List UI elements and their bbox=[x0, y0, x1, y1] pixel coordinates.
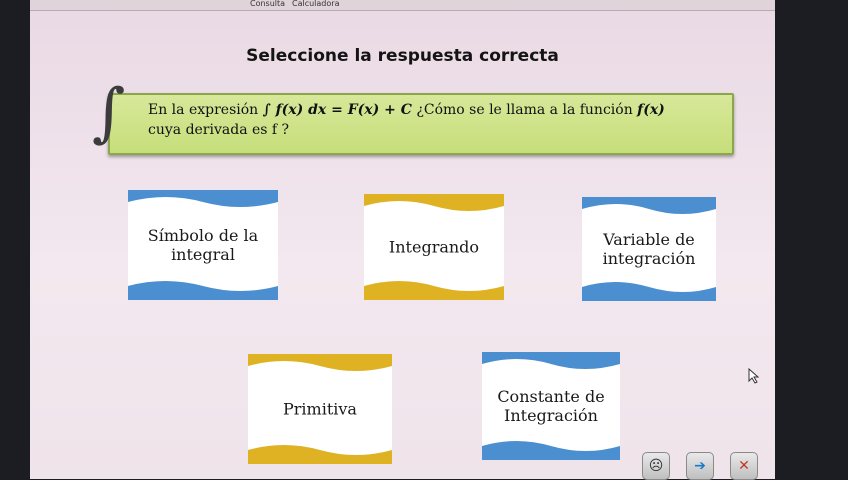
question-line-1: En la expresión ∫ f(x) dx = F(x) + C ¿Có… bbox=[148, 102, 665, 118]
option-constante-integracion[interactable]: Constante de Integración bbox=[482, 352, 620, 460]
option-label: Símbolo de la integral bbox=[147, 226, 259, 264]
option-label: Variable de integración bbox=[602, 230, 696, 268]
function-name: f(x) bbox=[637, 102, 665, 118]
page-title: Seleccione la respuesta correcta bbox=[246, 46, 559, 66]
option-integrando[interactable]: Integrando bbox=[364, 194, 504, 300]
close-x-icon[interactable]: ✕ bbox=[730, 452, 758, 480]
question-suffix: ¿Cómo se le llama a la función bbox=[416, 102, 633, 118]
option-label: Integrando bbox=[388, 237, 480, 257]
quiz-screen: Consulta Calculadora Seleccione la respu… bbox=[30, 0, 775, 480]
option-label: Primitiva bbox=[283, 399, 357, 419]
mouse-cursor-icon bbox=[748, 368, 760, 384]
question-box: ∫ En la expresión ∫ f(x) dx = F(x) + C ¿… bbox=[92, 81, 734, 155]
option-label: Constante de Integración bbox=[497, 387, 605, 425]
option-variable-integracion[interactable]: Variable de integración bbox=[582, 197, 716, 301]
option-primitiva[interactable]: Primitiva bbox=[248, 354, 392, 464]
menu-consulta[interactable]: Consulta bbox=[250, 0, 285, 8]
question-prefix: En la expresión bbox=[148, 102, 259, 118]
question-formula: ∫ f(x) dx = F(x) + C bbox=[262, 102, 412, 118]
sad-face-icon[interactable]: ☹ bbox=[642, 452, 670, 480]
option-simbolo-integral[interactable]: Símbolo de la integral bbox=[128, 190, 278, 300]
integral-icon: ∫ bbox=[92, 76, 126, 150]
question-line-2: cuya derivada es f ? bbox=[148, 122, 290, 138]
menu-calculadora[interactable]: Calculadora bbox=[292, 0, 339, 8]
next-arrow-icon[interactable]: ➔ bbox=[686, 452, 714, 480]
top-menu-bar: Consulta Calculadora bbox=[30, 0, 775, 11]
